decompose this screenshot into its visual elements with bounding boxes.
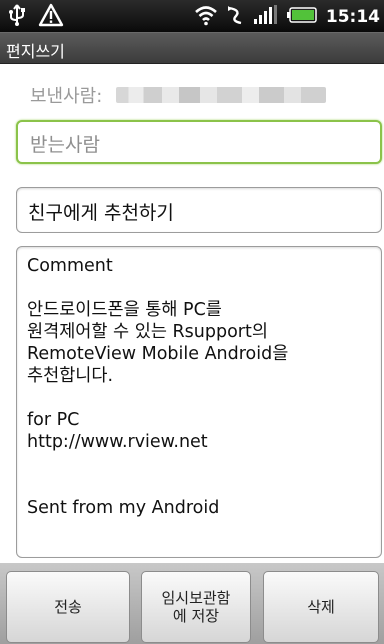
signal-icon: [252, 5, 278, 29]
wifi-icon: [194, 4, 218, 30]
status-bar: 15:14: [0, 0, 384, 32]
delete-button[interactable]: 삭제: [263, 571, 379, 643]
save-draft-button-label: 임시보관함 에 저장: [161, 589, 231, 625]
warning-icon: [38, 3, 64, 31]
send-button-label: 전송: [54, 598, 82, 616]
recipient-input[interactable]: 받는사람: [16, 120, 382, 164]
title-bar: 편지쓰기: [0, 32, 384, 64]
subject-input[interactable]: 친구에게 추천하기: [16, 187, 382, 233]
action-bar: 전송 임시보관함 에 저장 삭제: [0, 563, 384, 644]
body-textarea[interactable]: Comment 안드로이드폰을 통해 PC를 원격제어할 수 있는 Rsuppo…: [16, 246, 382, 558]
sender-row: 보낸사람:: [30, 82, 327, 108]
save-draft-button[interactable]: 임시보관함 에 저장: [141, 571, 251, 643]
sender-label: 보낸사람:: [30, 86, 103, 107]
subject-value: 친구에게 추천하기: [28, 202, 174, 224]
usb-icon: [6, 3, 28, 31]
recipient-placeholder: 받는사람: [30, 134, 100, 156]
data-sync-icon: [226, 4, 244, 30]
delete-button-label: 삭제: [307, 598, 335, 616]
battery-icon: [286, 6, 318, 28]
send-button[interactable]: 전송: [6, 571, 130, 643]
status-time: 15:14: [325, 7, 380, 27]
sender-address-blurred: [116, 87, 327, 103]
page-title: 편지쓰기: [6, 42, 65, 61]
body-text: Comment 안드로이드폰을 통해 PC를 원격제어할 수 있는 Rsuppo…: [27, 256, 289, 518]
